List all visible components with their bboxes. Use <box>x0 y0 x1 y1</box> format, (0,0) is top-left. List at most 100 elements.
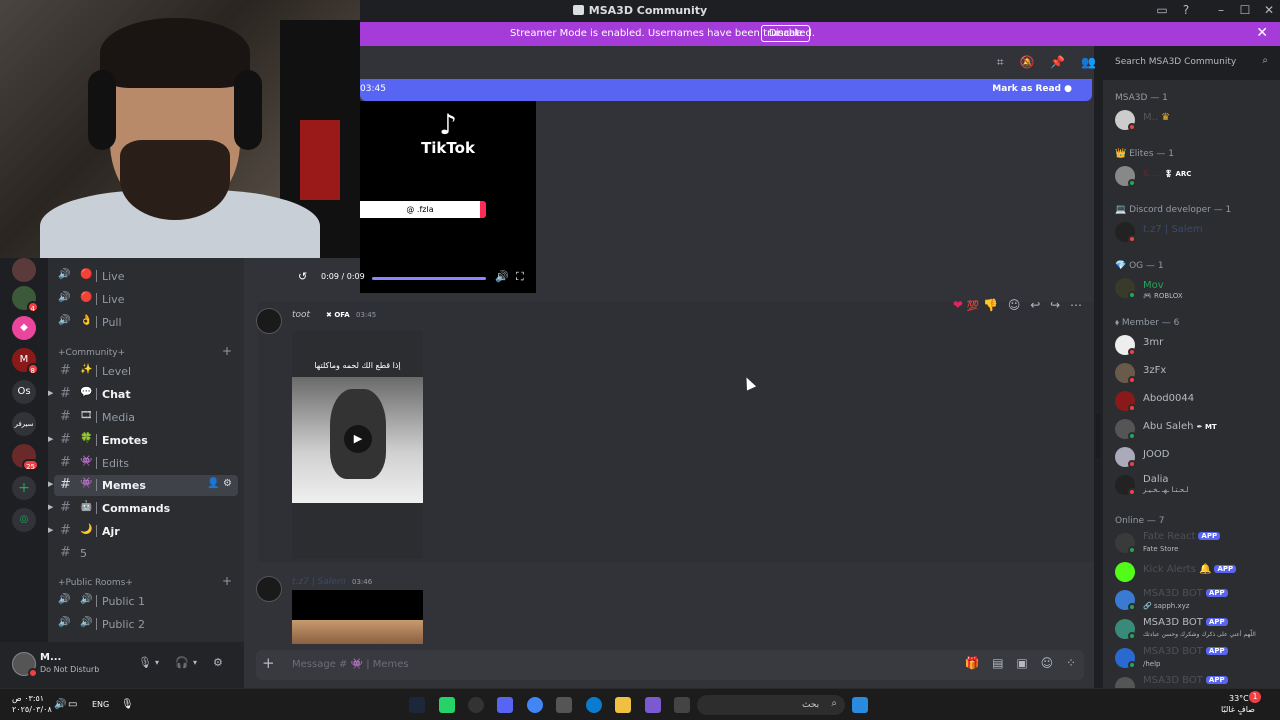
threads-icon[interactable]: ⌗ <box>997 55 1004 69</box>
message-author[interactable]: t.z7 | Salem <box>292 577 346 587</box>
mark-as-read-button[interactable]: Mark as Read ● <box>992 84 1072 94</box>
message-input[interactable]: Message # 👾 | Memes <box>292 659 409 670</box>
gif-icon[interactable]: ▤ <box>992 656 1003 670</box>
message-composer[interactable]: + Message # 👾 | Memes 🎁 ▤ ▣ ☺ ⁘ <box>256 650 1084 680</box>
banner-close-icon[interactable]: ✕ <box>1256 25 1268 41</box>
discord-taskbar-icon[interactable] <box>497 697 513 713</box>
member-item[interactable]: s.... 🎖 ARC <box>1113 164 1278 190</box>
whatsapp-icon[interactable] <box>439 697 455 713</box>
network-tray-icon[interactable]: ▭ <box>68 699 77 710</box>
add-channel-icon[interactable]: + <box>222 344 232 358</box>
add-attachment-icon[interactable]: + <box>262 654 275 672</box>
disable-streamer-mode-button[interactable]: Disable <box>761 25 811 42</box>
file-explorer-icon[interactable] <box>615 697 631 713</box>
bot-item[interactable]: MSA3D BOT APP/help <box>1113 646 1278 672</box>
play-icon[interactable]: ▶ <box>344 425 372 453</box>
emoji-icon[interactable]: ☺ <box>1041 656 1054 670</box>
gear-icon[interactable]: ⚙ <box>223 478 232 489</box>
channel-chat[interactable]: ▶ # 💬 Chat <box>48 384 238 405</box>
fullscreen-icon[interactable]: ⛶ <box>516 270 524 284</box>
chevron-down-icon[interactable]: ▾ <box>155 658 159 667</box>
video-progress-bar[interactable] <box>372 277 486 280</box>
channel-media[interactable]: # 🎞 Media <box>54 407 238 428</box>
obs-icon[interactable] <box>468 697 484 713</box>
server-search[interactable]: Search MSA3D Community ⌕ <box>1110 53 1273 71</box>
edge-icon[interactable] <box>586 697 602 713</box>
member-list-icon[interactable]: 👥 <box>1081 55 1096 69</box>
add-channel-icon[interactable]: + <box>222 574 232 588</box>
maximize-button[interactable]: ☐ <box>1237 3 1253 17</box>
start-button[interactable] <box>852 697 868 713</box>
forward-icon[interactable]: ↪ <box>1050 298 1060 312</box>
channel-live-1[interactable]: 🔊 🔴 Live <box>54 266 238 287</box>
server-icon-3[interactable]: ◆ <box>12 316 36 340</box>
clock-date[interactable]: ٢٠٢٥/٠٣/٠٨ <box>12 705 52 714</box>
member-item[interactable]: 3mr <box>1113 333 1278 359</box>
channel-ajr[interactable]: ▶ # 🌙 Ajr <box>48 521 238 542</box>
channel-5[interactable]: #5 <box>54 543 238 564</box>
weather-temp[interactable]: 33°C <box>1229 694 1249 703</box>
app-icon[interactable] <box>645 697 661 713</box>
apps-icon[interactable]: ⁘ <box>1066 656 1076 670</box>
task-view-icon[interactable] <box>674 697 690 713</box>
pin-icon[interactable]: 📌 <box>1050 55 1065 69</box>
member-item[interactable]: Abod0044 <box>1113 389 1278 415</box>
bot-item[interactable]: MSA3D BOT APP اللّهم أعني على ذكرك وشكرك و… <box>1113 617 1278 643</box>
channel-commands[interactable]: ▶ # 🤖 Commands <box>48 498 238 519</box>
server-icon-2[interactable]: 4 <box>12 286 39 313</box>
notification-badge[interactable]: 1 <box>1249 691 1261 703</box>
bot-item[interactable]: MSA3D BOT APP 🔗 sapph.xyz <box>1113 588 1278 614</box>
channel-memes[interactable]: ▶ # 👾 Memes 👤 ⚙ <box>48 475 238 496</box>
language-indicator[interactable]: ENG <box>92 700 109 709</box>
category-public-rooms[interactable]: +Public Rooms+ <box>58 578 133 588</box>
channel-pull[interactable]: 🔊 👌 Pull <box>54 312 238 333</box>
channel-live-2[interactable]: 🔊 🔴 Live <box>54 289 238 310</box>
more-options-icon[interactable]: ⋯ <box>1070 298 1082 312</box>
message-author[interactable]: toot <box>292 310 310 320</box>
steam-icon[interactable] <box>409 697 425 713</box>
volume-icon[interactable]: 🔊 <box>495 270 509 283</box>
chevron-down-icon[interactable]: ▾ <box>193 658 197 667</box>
server-icon-5[interactable]: سيرفر <box>12 412 36 436</box>
taskbar-search[interactable]: بحث ⌕ <box>697 695 845 715</box>
category-community[interactable]: +Community+ <box>58 348 125 358</box>
clock-time[interactable]: ٠٣:٥١ ص <box>12 694 44 703</box>
store-icon[interactable] <box>556 697 572 713</box>
weather-desc[interactable]: صافٍ غالبًا <box>1221 705 1255 714</box>
chrome-icon[interactable] <box>527 697 543 713</box>
gift-icon[interactable]: 🎁 <box>964 656 979 670</box>
video-attachment[interactable]: إذا قطع الك لحمه وماكلتها ▶ <box>292 331 423 559</box>
hundred-reaction-icon[interactable]: 💯 <box>967 301 979 312</box>
volume-tray-icon[interactable]: 🔊 <box>54 699 66 710</box>
notification-bell-icon[interactable]: 🔕 <box>1019 55 1034 69</box>
bot-item[interactable]: Kick Alerts 🔔 APP <box>1113 560 1278 586</box>
inbox-icon[interactable]: ▭ <box>1154 3 1170 17</box>
bot-item[interactable]: Fate React APP Fate Store <box>1113 531 1278 557</box>
taskbar-search-input[interactable]: بحث <box>802 700 819 710</box>
member-item[interactable]: t.z7 | Salem <box>1113 220 1278 246</box>
channel-public-2[interactable]: 🔊 🔊 Public 2 <box>54 614 238 635</box>
thumbs-down-reaction-icon[interactable]: 👎 <box>983 298 998 312</box>
heart-reaction-icon[interactable]: ❤ <box>953 298 963 312</box>
help-icon[interactable]: ? <box>1178 3 1194 17</box>
search-input[interactable]: Search MSA3D Community <box>1115 57 1236 67</box>
member-item[interactable]: Abu Saleh ✒ MT <box>1113 417 1278 443</box>
channel-edits[interactable]: # 👾 Edits <box>54 453 238 474</box>
minimize-button[interactable]: – <box>1213 3 1229 17</box>
scrollbar[interactable] <box>1096 414 1100 458</box>
sticker-icon[interactable]: ▣ <box>1016 656 1027 670</box>
microphone-tray-icon[interactable]: 🎙 <box>121 699 134 710</box>
message-avatar[interactable] <box>256 576 282 602</box>
member-item[interactable]: Mov 🎮 ROBLOX <box>1113 276 1278 302</box>
server-icon-1[interactable] <box>12 258 36 282</box>
discover-icon[interactable]: ◎ <box>12 508 36 532</box>
message-avatar[interactable] <box>256 308 282 334</box>
channel-public-1[interactable]: 🔊 🔊 Public 1 <box>54 591 238 612</box>
close-window-button[interactable]: ✕ <box>1261 3 1277 17</box>
member-item[interactable]: Dalia لـحـتـا ـهـ ـخـيـز <box>1113 473 1278 499</box>
add-reaction-icon[interactable]: ☺ <box>1008 298 1021 312</box>
server-icon-4[interactable]: M8 <box>12 348 39 375</box>
server-icon-os[interactable]: Os <box>12 380 36 404</box>
gear-icon[interactable]: ⚙ <box>213 656 223 669</box>
channel-emotes[interactable]: ▶ # 🍀 Emotes <box>48 430 238 451</box>
